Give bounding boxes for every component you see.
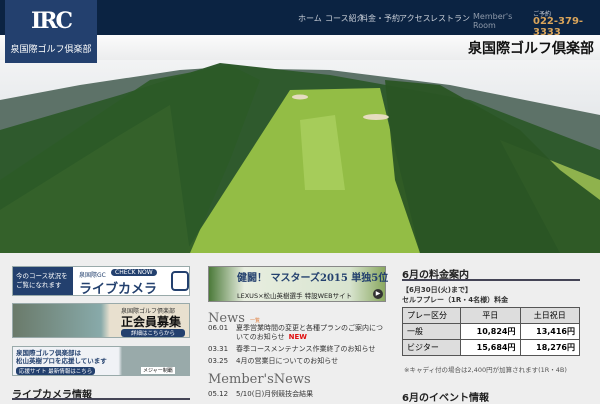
member-news-heading: Member'sNews [208, 372, 311, 387]
masters-banner[interactable]: 健闘！ マスターズ2015 単独5位 LEXUS×松山英樹選手 特設WEBサイト… [208, 266, 389, 302]
matsuyama-support-banner[interactable]: 泉国際ゴルフ倶楽部は 松山英樹プロを応援しています 応援サイト 最新情報はこちら … [12, 346, 190, 376]
logo-name: 泉国際ゴルフ倶楽部 [10, 45, 92, 55]
weekend-price: 18,276円 [519, 339, 580, 356]
news-text: 5/10(日)月例競技会結果 [236, 390, 314, 398]
logo-monogram: IRC [30, 8, 73, 34]
nav-item-course[interactable]: コース紹介 [325, 13, 365, 24]
live-title: ライブカメラ [79, 282, 158, 296]
member-room-line1: Member's [473, 12, 513, 21]
table-header: 土日祝日 [519, 307, 580, 324]
play-icon: ▶ [373, 289, 383, 299]
weekday-price: 10,824円 [460, 323, 521, 340]
live-camera-caption: 今のコース状況を ご覧になれます [13, 267, 73, 295]
nav-item-fees[interactable]: 料金・予約 [360, 13, 400, 24]
site-title: 泉国際ゴルフ倶楽部 [468, 41, 594, 57]
table-row: ビジター 15,684円 18,276円 [402, 339, 580, 356]
live-caption-line2: ご覧になれます [16, 281, 62, 289]
live-camera-banner[interactable]: 今のコース状況を ご覧になれます 泉国際GC CHECK NOW ライブカメラ [12, 266, 190, 296]
support-link: 応援サイト 最新情報はこちら [16, 367, 96, 375]
row-label: 一般 [402, 323, 461, 340]
news-item[interactable]: 06.01 夏季営業時間の変更と各種プランのご案内についてのお知らせ NEW [208, 324, 386, 342]
news-text: 夏季営業時間の変更と各種プランのご案内についてのお知らせ [236, 324, 383, 341]
news-text: 春季コースメンテナンス作業終了のお知らせ [236, 345, 376, 353]
nav-item-restaurant[interactable]: レストラン [430, 13, 470, 24]
events-heading: 6月のイベント情報 [402, 393, 489, 404]
masters-sub: LEXUS×松山英樹選手 特設WEBサイト [237, 292, 353, 300]
news-text: 4月の営業日についてのお知らせ [236, 357, 339, 365]
camera-icon [171, 271, 189, 291]
fees-period: 【6月30日(火)まで】 [402, 286, 473, 294]
member-news-item[interactable]: 05.12 5/10(日)月例競技会結果 [208, 390, 386, 399]
table-row: 一般 10,824円 13,416円 [402, 323, 580, 340]
support-tag: メジャー制覇 [141, 367, 175, 374]
member-recruit-banner[interactable]: 泉国際ゴルフ倶楽部 正会員募集 詳細はこちらから [12, 303, 190, 338]
new-badge: NEW [288, 333, 308, 341]
divider [402, 279, 580, 281]
table-header: 平日 [460, 307, 521, 324]
fees-table: プレー区分 平日 土日祝日 一般 10,824円 13,416円 ビジター 15,684円… [402, 307, 580, 356]
fees-note: ※キャディ付の場合は2,400円が加算されます(1R・4B) [404, 366, 567, 374]
news-date: 03.31 [208, 345, 229, 353]
check-now-badge: CHECK NOW [111, 269, 157, 276]
support-line1: 泉国際ゴルフ倶楽部は [16, 349, 81, 357]
news-date: 06.01 [208, 324, 229, 332]
weekday-price: 15,684円 [460, 339, 521, 356]
hero-course-photo [0, 60, 600, 253]
news-item[interactable]: 03.31 春季コースメンテナンス作業終了のお知らせ [208, 345, 386, 354]
member-room-line2: Room [473, 21, 496, 30]
table-header: プレー区分 [402, 307, 461, 324]
recruit-link: 詳細はこちらから [121, 329, 186, 337]
nav-item-member-room[interactable]: Member's Room [473, 12, 512, 30]
news-date: 05.12 [208, 390, 229, 398]
news-item[interactable]: 03.25 4月の営業日についてのお知らせ [208, 357, 386, 366]
news-date: 03.25 [208, 357, 229, 365]
support-line2: 松山英樹プロを応援しています [16, 357, 107, 365]
fees-condition: セルフプレー（1R・4名様）料金 [402, 296, 509, 304]
row-label: ビジター [402, 339, 461, 356]
logo[interactable]: IRC 泉国際ゴルフ倶楽部 [5, 0, 97, 63]
recruit-title: 正会員募集 [121, 315, 182, 329]
masters-title: 健闘！ マスターズ2015 単独5位 [237, 273, 389, 284]
table-header-row: プレー区分 平日 土日祝日 [402, 307, 580, 324]
weekend-price: 13,416円 [519, 323, 580, 340]
nav-item-home[interactable]: ホーム [298, 13, 322, 24]
live-caption-line1: 今のコース状況を [16, 272, 68, 280]
nav-item-access[interactable]: アクセス [399, 13, 431, 24]
